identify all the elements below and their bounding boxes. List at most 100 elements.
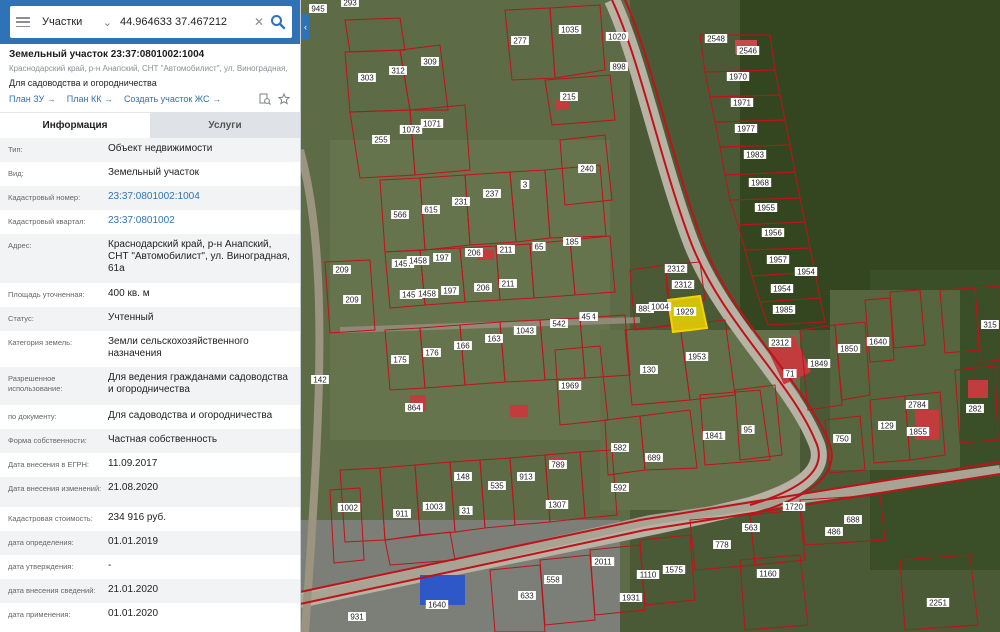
- parcel-number-label: 911: [393, 509, 411, 519]
- panel-tabs: Информация Услуги: [0, 112, 300, 138]
- parcel-number-label: 211: [497, 245, 515, 255]
- search-input[interactable]: [120, 16, 248, 28]
- parcel-number-text: 689: [647, 454, 661, 463]
- info-row-label: Адрес:: [8, 241, 32, 250]
- parcel-number-label: 206: [465, 248, 483, 258]
- star-icon[interactable]: [278, 93, 290, 105]
- parcel-number-label: 71: [783, 369, 797, 379]
- parcel-number-text: 1002: [340, 504, 358, 513]
- info-row-label: Кадастровый квартал:: [8, 217, 86, 226]
- parcel-number-label: 1841: [702, 431, 726, 441]
- info-row-value: 01.01.2019: [108, 536, 159, 547]
- parcel-number-label: 1043: [513, 326, 537, 336]
- parcel-number-text: 130: [642, 366, 656, 375]
- menu-icon[interactable]: [16, 17, 30, 27]
- parcel-number-text: 1849: [810, 360, 828, 369]
- parcel-number-label: 898: [610, 62, 628, 72]
- parcel-header: Земельный участок 23:37:0801002:1004 Кра…: [0, 44, 300, 105]
- info-row-cadastral-value: Кадастровая стоимость: 234 916 руб.: [0, 507, 300, 531]
- parcel-number-text: 1855: [909, 428, 927, 437]
- info-row-value: Земли сельскохозяйственного назначения: [108, 336, 249, 359]
- parcel-number-label: 1035: [558, 25, 582, 35]
- parcel-number-label: 277: [511, 36, 529, 46]
- info-row-address: Адрес: Краснодарский край, р-н Анапский,…: [0, 234, 300, 283]
- parcel-number-label: 129: [878, 421, 896, 431]
- parcel-number-label: 197: [441, 286, 459, 296]
- parcel-number-text: 65: [535, 243, 544, 252]
- parcel-number-text: 1020: [608, 33, 626, 42]
- roof: [555, 100, 569, 110]
- parcel-number-label: 1575: [662, 565, 686, 575]
- cadastral-number-link[interactable]: 23:37:0801002:1004: [108, 186, 292, 210]
- parcel-number-text: 1458: [409, 257, 427, 266]
- parcel-number-text: 211: [500, 246, 513, 255]
- layer-select-value: Участки: [42, 16, 83, 28]
- parcel-number-text: 1841: [705, 432, 723, 441]
- parcel-number-text: 71: [786, 370, 795, 379]
- parcel-number-label: 1307: [545, 500, 569, 510]
- info-row-label: дата определения:: [8, 538, 74, 547]
- search-icon[interactable]: [270, 14, 286, 30]
- parcel-number-label: 3: [520, 180, 530, 190]
- info-row-egrn-date: Дата внесения в ЕГРН: 11.09.2017: [0, 453, 300, 477]
- parcel-number-text: 282: [968, 405, 982, 414]
- parcel-number-text: 31: [462, 507, 471, 516]
- parcel-number-text: 163: [487, 335, 501, 344]
- parcel-title: Земельный участок 23:37:0801002:1004: [9, 49, 205, 60]
- parcel-number-text: 563: [744, 524, 758, 533]
- collapse-panel-button[interactable]: ‹: [301, 14, 310, 40]
- layer-select[interactable]: Участки ⌄: [42, 16, 112, 29]
- parcel-number-text: 206: [467, 249, 481, 258]
- create-parcel-link[interactable]: Создать участок ЖС →: [124, 94, 221, 104]
- parcel-number-label: 542: [550, 319, 568, 329]
- info-row-type: Тип: Объект недвижимости: [0, 138, 300, 162]
- plan-kk-link[interactable]: План КК →: [67, 94, 113, 104]
- parcel-number-text: 911: [396, 510, 409, 519]
- parcel-number-label: 1720: [782, 502, 806, 512]
- document-search-icon[interactable]: [259, 93, 271, 105]
- parcel-number-label: 148: [454, 472, 472, 482]
- plan-zu-link[interactable]: План ЗУ →: [9, 94, 56, 104]
- parcel-number-label: 1931: [619, 593, 643, 603]
- info-row-value: 400 кв. м: [108, 288, 150, 299]
- parcel-number-text: 1073: [402, 126, 420, 135]
- tab-info[interactable]: Информация: [0, 112, 150, 138]
- parcel-number-text: 778: [715, 541, 729, 550]
- info-row-value: 21.08.2020: [108, 482, 159, 493]
- parcel-number-label: 1953: [685, 352, 709, 362]
- parcel-number-text: 197: [443, 287, 457, 296]
- parcel-number-text: 1720: [785, 503, 803, 512]
- parcel-number-text: 197: [435, 254, 449, 263]
- parcel-number-label: 1020: [605, 32, 629, 42]
- parcel-number-label: 312: [389, 66, 407, 76]
- tab-services[interactable]: Услуги: [150, 112, 300, 138]
- parcel-number-text: 1004: [651, 303, 669, 312]
- parcel-number-text: 1307: [548, 501, 566, 510]
- parcel-number-text: 315: [983, 321, 997, 330]
- parcel-number-label: 163: [485, 334, 503, 344]
- parcel-number-label: 175: [391, 355, 409, 365]
- parcel-address: Краснодарский край, р-н Анапский, СНТ "А…: [9, 64, 290, 73]
- parcel-number-label: 1968: [748, 178, 772, 188]
- parcel-number-text: 1955: [757, 204, 775, 213]
- close-icon[interactable]: ✕: [254, 15, 264, 29]
- search-box: Участки ⌄ ✕: [10, 6, 292, 38]
- parcel-number-label: 255: [372, 135, 390, 145]
- parcel-number-text: 148: [456, 473, 470, 482]
- parcel-number-text: 2784: [908, 401, 926, 410]
- info-row-value: Земельный участок: [108, 167, 200, 178]
- parcel-number-text: 1640: [428, 601, 446, 610]
- parcel-number-label: 1977: [734, 124, 758, 134]
- parcel-number-text: 237: [485, 190, 499, 199]
- parcel-number-label: 558: [544, 575, 562, 585]
- parcel-number-text: 1969: [561, 382, 579, 391]
- parcel-number-label: 2312: [671, 280, 695, 290]
- info-row-label: Категория земель:: [8, 338, 73, 347]
- parcel-number-label: 185: [563, 237, 581, 247]
- info-row-value: 11.09.2017: [108, 458, 158, 469]
- parcel-number-label: 209: [343, 295, 361, 305]
- parcel-number-text: 45: [582, 313, 591, 322]
- parcel-number-label: 1970: [726, 72, 750, 82]
- parcel-number-text: 129: [880, 422, 894, 431]
- cadastral-quarter-link[interactable]: 23:37:0801002: [108, 210, 292, 234]
